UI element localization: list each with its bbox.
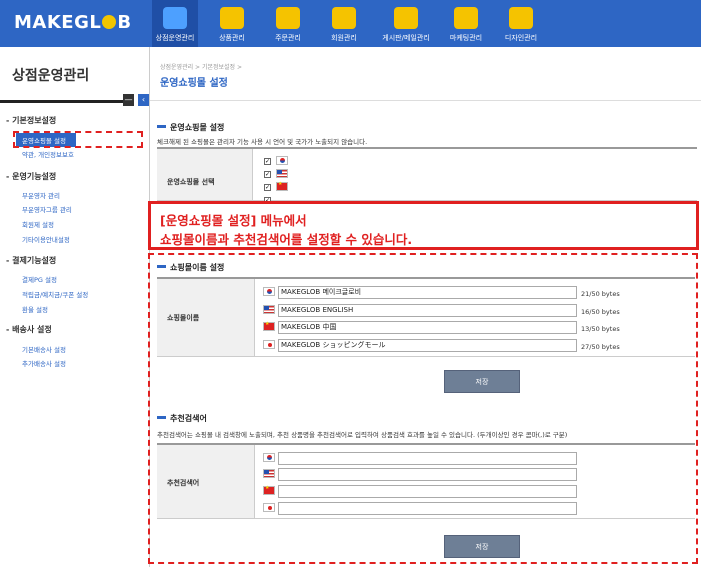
sidebar-divider	[0, 100, 123, 103]
sidebar-item-extra-shipping[interactable]: 추가배송사 설정	[22, 358, 66, 368]
save-button-shop-name[interactable]: 저장	[444, 370, 520, 393]
sidebar-item-terms[interactable]: 약관, 개인정보보호	[22, 149, 74, 159]
home-icon	[163, 7, 187, 29]
checkbox-us[interactable]: ✓	[264, 171, 271, 178]
sidebar-item-default-shipping[interactable]: 기본배송사 설정	[22, 344, 66, 354]
shop-name-input-kr[interactable]: MAKEGLOB 메이크글로비	[278, 286, 577, 299]
recommend-input-us[interactable]	[278, 468, 577, 481]
sidebar-item-points[interactable]: 적립금/예치금/쿠폰 설정	[22, 289, 88, 299]
section-desc-recommend: 추천검색어는 쇼핑몰 내 검색창에 노출되며, 추천 상품명을 추천검색어로 입…	[157, 431, 568, 439]
nav-products[interactable]: 상품관리	[210, 0, 254, 47]
sidebar-item-membership[interactable]: 회원제 설정	[22, 219, 54, 229]
section-desc-shops: 체크해제 된 쇼핑몰은 관리자 기능 사용 시 언어 및 국가가 노출되지 않습…	[157, 138, 368, 146]
recommend-label: 추천검색어	[157, 445, 255, 518]
callout-line-2: 쇼핑몰이름과 추천검색어를 설정할 수 있습니다.	[160, 232, 413, 247]
sidebar-section-basic[interactable]: - 기본정보설정	[6, 115, 56, 126]
recommend-table: 추천검색어	[157, 443, 695, 519]
chevron-left-icon[interactable]: ‹	[138, 94, 149, 106]
nav-marketing[interactable]: 마케팅관리	[444, 0, 488, 47]
kr-flag-icon	[263, 287, 275, 296]
shop-select-label: 운영쇼핑몰 선택	[157, 149, 253, 200]
shop-select-table: 운영쇼핑몰 선택 ✓ ✓ ✓ ✓	[157, 147, 697, 204]
nav-members[interactable]: 회원관리	[322, 0, 366, 47]
chart-icon	[454, 7, 478, 29]
nav-store-management[interactable]: 상점운영관리	[152, 0, 198, 47]
byte-count-cn: 13/50 bytes	[581, 325, 620, 333]
checkbox-kr[interactable]: ✓	[264, 158, 271, 165]
sidebar-section-shipping[interactable]: - 배송사 설정	[6, 324, 52, 335]
nav-design[interactable]: 디자인관리	[498, 0, 544, 47]
checkbox-cn[interactable]: ✓	[264, 184, 271, 191]
callout-line-1: [운영쇼핑몰 설정] 메뉴에서	[160, 213, 307, 228]
tag-icon	[220, 7, 244, 29]
recommend-input-kr[interactable]	[278, 452, 577, 465]
cn-flag-icon	[263, 321, 275, 331]
palette-icon	[509, 7, 533, 29]
sidebar-item-usage-guide[interactable]: 기타이용안내설정	[22, 234, 70, 244]
cn-flag-icon	[276, 181, 288, 191]
us-flag-icon	[263, 469, 275, 478]
breadcrumb: 상점운영관리 > 기본정보설정 >	[160, 64, 243, 71]
jp-flag-icon	[263, 340, 275, 349]
byte-count-jp: 27/50 bytes	[581, 343, 620, 351]
divider	[150, 100, 701, 101]
recommend-input-cn[interactable]	[278, 485, 577, 498]
us-flag-icon	[276, 169, 288, 178]
annotation-callout: [운영쇼핑몰 설정] 메뉴에서 쇼핑몰이름과 추천검색어를 설정할 수 있습니다…	[148, 201, 699, 250]
jp-flag-icon	[263, 503, 275, 512]
byte-count-us: 16/50 bytes	[581, 308, 620, 316]
globe-icon	[102, 15, 117, 29]
cup-icon	[394, 7, 418, 29]
sidebar-item-sub-admin-group[interactable]: 부운영자그룹 관리	[22, 204, 72, 214]
byte-count-kr: 21/50 bytes	[581, 290, 620, 298]
sidebar-item-pg[interactable]: 결제PG 설정	[22, 274, 57, 284]
nav-board-mail[interactable]: 게시판/메일관리	[376, 0, 436, 47]
section-title-shop-name: 쇼핑몰이름 설정	[157, 262, 224, 273]
sidebar-highlight	[13, 131, 143, 148]
kr-flag-icon	[263, 453, 275, 462]
people-icon	[332, 7, 356, 29]
section-title-shops: 운영쇼핑몰 설정	[157, 122, 224, 133]
section-title-recommend: 추천검색어	[157, 413, 207, 424]
collapse-icon[interactable]: —	[123, 94, 134, 106]
won-icon	[276, 7, 300, 29]
sidebar-title: 상점운영관리	[12, 68, 90, 84]
page-title: 운영쇼핑몰 설정	[160, 78, 228, 89]
shop-name-input-jp[interactable]: MAKEGLOB ショッピングモール	[278, 339, 577, 352]
sidebar-item-exchange[interactable]: 환율 설정	[22, 304, 48, 314]
nav-orders[interactable]: 주문관리	[266, 0, 310, 47]
save-button-recommend[interactable]: 저장	[444, 535, 520, 558]
top-header: MAKEGL B 상점운영관리 상품관리 주문관리 회원관리 게시판/메일관리 마…	[0, 0, 701, 47]
us-flag-icon	[263, 305, 275, 314]
sidebar: 상점운영관리 — ‹ - 기본정보설정 운영쇼핑몰 설정 약관, 개인정보보호 …	[0, 47, 150, 567]
shop-name-table: 쇼핑몰이름 MAKEGLOB 메이크글로비 21/50 bytes MAKEGL…	[157, 277, 695, 357]
kr-flag-icon	[276, 156, 288, 165]
sidebar-item-sub-admin[interactable]: 부운영자 관리	[22, 190, 60, 200]
sidebar-section-payment[interactable]: - 결제기능설정	[6, 255, 56, 266]
shop-name-input-us[interactable]: MAKEGLOB ENGLISH	[278, 304, 577, 317]
logo[interactable]: MAKEGL B	[14, 12, 132, 33]
recommend-input-jp[interactable]	[278, 502, 577, 515]
cn-flag-icon	[263, 485, 275, 495]
sidebar-section-operation[interactable]: - 운영기능설정	[6, 171, 56, 182]
shop-name-label: 쇼핑몰이름	[157, 279, 255, 356]
shop-name-input-cn[interactable]: MAKEGLOB 中国	[278, 321, 577, 334]
